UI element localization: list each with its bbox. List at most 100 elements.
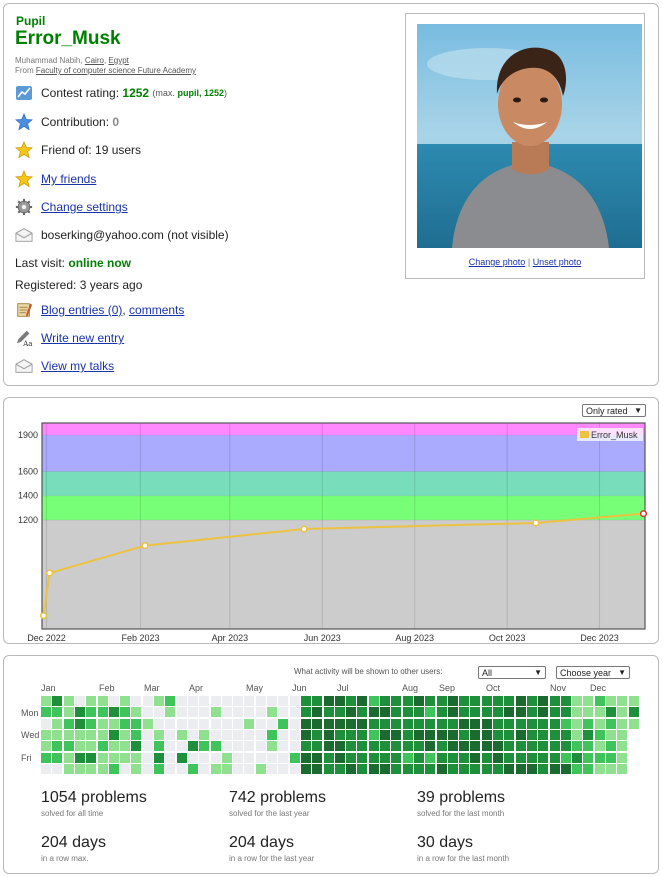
activity-day-cell[interactable] — [594, 707, 605, 718]
activity-day-cell[interactable] — [165, 707, 176, 718]
activity-day-cell[interactable] — [120, 741, 131, 752]
activity-day-cell[interactable] — [108, 729, 119, 740]
activity-day-cell[interactable] — [63, 696, 74, 706]
activity-day-cell[interactable] — [74, 741, 85, 752]
activity-day-cell[interactable] — [368, 718, 379, 729]
activity-day-cell[interactable] — [289, 707, 300, 718]
activity-day-cell[interactable] — [425, 763, 436, 774]
activity-day-cell[interactable] — [278, 752, 289, 763]
activity-day-cell[interactable] — [391, 718, 402, 729]
activity-day-cell[interactable] — [594, 763, 605, 774]
activity-day-cell[interactable] — [526, 696, 537, 706]
activity-day-cell[interactable] — [572, 729, 583, 740]
activity-day-cell[interactable] — [594, 729, 605, 740]
activity-day-cell[interactable] — [97, 729, 108, 740]
activity-day-cell[interactable] — [210, 741, 221, 752]
activity-day-cell[interactable] — [493, 696, 503, 706]
activity-day-cell[interactable] — [447, 718, 458, 729]
activity-day-cell[interactable] — [210, 696, 221, 706]
activity-day-cell[interactable] — [425, 752, 436, 763]
activity-day-cell[interactable] — [63, 707, 74, 718]
activity-day-cell[interactable] — [391, 696, 402, 706]
activity-day-cell[interactable] — [187, 707, 198, 718]
activity-day-cell[interactable] — [52, 763, 63, 774]
activity-day-cell[interactable] — [120, 718, 131, 729]
activity-day-cell[interactable] — [436, 707, 447, 718]
activity-day-cell[interactable] — [233, 729, 244, 740]
activity-day-cell[interactable] — [300, 729, 311, 740]
activity-day-cell[interactable] — [289, 729, 300, 740]
activity-day-cell[interactable] — [380, 696, 390, 706]
activity-day-cell[interactable] — [560, 718, 571, 729]
activity-day-cell[interactable] — [572, 741, 583, 752]
activity-day-cell[interactable] — [481, 729, 492, 740]
activity-day-cell[interactable] — [526, 763, 537, 774]
activity-day-cell[interactable] — [583, 707, 594, 718]
activity-day-cell[interactable] — [459, 707, 470, 718]
activity-day-cell[interactable] — [481, 763, 492, 774]
activity-day-cell[interactable] — [334, 729, 345, 740]
activity-day-cell[interactable] — [255, 741, 266, 752]
activity-day-cell[interactable] — [526, 752, 537, 763]
activity-day-cell[interactable] — [154, 729, 164, 740]
activity-day-cell[interactable] — [606, 729, 616, 740]
activity-day-cell[interactable] — [300, 718, 311, 729]
activity-day-cell[interactable] — [323, 696, 334, 706]
activity-day-cell[interactable] — [447, 752, 458, 763]
activity-day-cell[interactable] — [526, 707, 537, 718]
activity-day-cell[interactable] — [606, 696, 616, 706]
activity-day-cell[interactable] — [380, 729, 390, 740]
activity-day-cell[interactable] — [515, 729, 526, 740]
activity-day-cell[interactable] — [97, 718, 108, 729]
activity-day-cell[interactable] — [436, 763, 447, 774]
activity-day-cell[interactable] — [560, 707, 571, 718]
activity-day-cell[interactable] — [368, 696, 379, 706]
activity-day-cell[interactable] — [413, 729, 424, 740]
activity-day-cell[interactable] — [187, 729, 198, 740]
activity-day-cell[interactable] — [154, 718, 164, 729]
activity-day-cell[interactable] — [334, 741, 345, 752]
activity-day-cell[interactable] — [74, 763, 85, 774]
activity-day-cell[interactable] — [52, 696, 63, 706]
activity-day-cell[interactable] — [86, 718, 97, 729]
activity-day-cell[interactable] — [176, 707, 187, 718]
activity-day-cell[interactable] — [289, 741, 300, 752]
activity-day-cell[interactable] — [244, 707, 255, 718]
activity-day-cell[interactable] — [221, 707, 232, 718]
activity-day-cell[interactable] — [481, 707, 492, 718]
activity-day-cell[interactable] — [628, 696, 639, 706]
activity-day-cell[interactable] — [154, 752, 164, 763]
activity-day-cell[interactable] — [255, 707, 266, 718]
activity-day-cell[interactable] — [63, 752, 74, 763]
activity-day-cell[interactable] — [278, 707, 289, 718]
activity-day-cell[interactable] — [380, 718, 390, 729]
activity-day-cell[interactable] — [199, 763, 210, 774]
activity-day-cell[interactable] — [210, 707, 221, 718]
activity-day-cell[interactable] — [493, 718, 503, 729]
activity-day-cell[interactable] — [108, 741, 119, 752]
activity-day-cell[interactable] — [357, 741, 368, 752]
activity-day-cell[interactable] — [244, 718, 255, 729]
activity-day-cell[interactable] — [493, 729, 503, 740]
activity-day-cell[interactable] — [606, 752, 616, 763]
activity-day-cell[interactable] — [323, 718, 334, 729]
activity-day-cell[interactable] — [312, 696, 323, 706]
activity-day-cell[interactable] — [221, 696, 232, 706]
activity-day-cell[interactable] — [187, 763, 198, 774]
activity-day-cell[interactable] — [323, 741, 334, 752]
activity-day-cell[interactable] — [606, 707, 616, 718]
activity-day-cell[interactable] — [199, 729, 210, 740]
activity-day-cell[interactable] — [470, 752, 481, 763]
activity-day-cell[interactable] — [628, 707, 639, 718]
activity-day-cell[interactable] — [300, 752, 311, 763]
activity-day-cell[interactable] — [52, 707, 63, 718]
activity-day-cell[interactable] — [425, 707, 436, 718]
activity-day-cell[interactable] — [142, 707, 153, 718]
activity-day-cell[interactable] — [583, 729, 594, 740]
activity-day-cell[interactable] — [41, 763, 51, 774]
activity-day-cell[interactable] — [504, 707, 515, 718]
activity-day-cell[interactable] — [255, 718, 266, 729]
activity-day-cell[interactable] — [346, 696, 357, 706]
activity-day-cell[interactable] — [289, 763, 300, 774]
activity-day-cell[interactable] — [583, 763, 594, 774]
